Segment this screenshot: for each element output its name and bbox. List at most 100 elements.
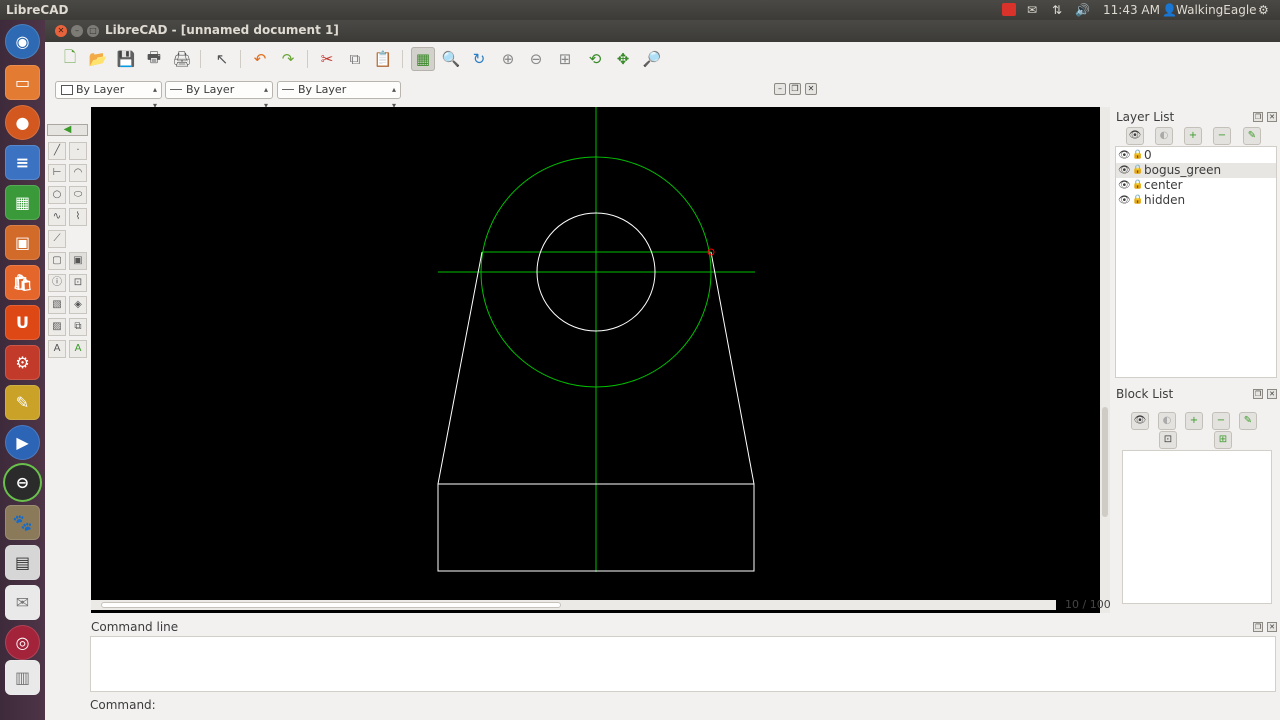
pen-color-select[interactable]: By Layer ▴ ▾ <box>55 81 162 110</box>
vertical-scrollbar[interactable] <box>1100 107 1110 613</box>
redraw-icon[interactable]: ↻ <box>467 47 491 71</box>
volume-icon[interactable]: 🔊 <box>1075 2 1090 18</box>
eye-icon[interactable]: 👁 <box>1118 148 1131 163</box>
edit-layer-icon[interactable]: ✎ <box>1243 127 1261 145</box>
undo-icon[interactable]: ↶ <box>248 47 272 71</box>
zoom-out-icon[interactable]: ⊖ <box>524 47 548 71</box>
app-red-icon[interactable]: ◎ <box>5 625 40 660</box>
tool-polyline-icon[interactable]: ⌇ <box>69 208 87 226</box>
drawing-canvas[interactable] <box>91 107 1110 613</box>
horizontal-scroll-thumb[interactable] <box>101 602 561 608</box>
lock-icon[interactable]: 🔒 <box>1132 178 1143 193</box>
tool-spline-icon[interactable]: ∿ <box>48 208 66 226</box>
media-player-icon[interactable]: ▶ <box>5 425 40 460</box>
window-titlebar[interactable]: ✕ – □ LibreCAD - [unnamed document 1] <box>45 20 1280 42</box>
files-icon[interactable]: ▭ <box>5 65 40 100</box>
tool-insert-icon[interactable]: ⧉ <box>69 318 87 336</box>
close-window-button[interactable]: ✕ <box>55 25 67 37</box>
insert-block-icon[interactable]: ⊡ <box>1159 431 1177 449</box>
layer-row-center[interactable]: 👁 🔒 center <box>1116 178 1276 193</box>
remove-block-icon[interactable]: − <box>1212 412 1230 430</box>
network-icon[interactable]: ⇅ <box>1052 2 1062 18</box>
eye-icon[interactable]: 👁 <box>1118 193 1131 208</box>
dash-home-icon[interactable]: ◉ <box>5 24 40 59</box>
layer-row-bogus-green[interactable]: 👁 🔒 bogus_green <box>1116 163 1276 178</box>
maximize-window-button[interactable]: □ <box>87 25 99 37</box>
trash-icon[interactable]: ▥ <box>5 660 40 695</box>
drawing-svg[interactable] <box>91 107 1100 600</box>
pencil-app-icon[interactable]: ✎ <box>5 385 40 420</box>
tool-measure-icon[interactable]: ⟋ <box>48 230 66 248</box>
cut-icon[interactable]: ✂ <box>315 47 339 71</box>
tool-info-icon[interactable]: ⓘ <box>48 274 66 292</box>
add-block-icon[interactable]: + <box>1185 412 1203 430</box>
tool-select-icon[interactable]: ▢ <box>48 252 66 270</box>
pen-width-select[interactable]: By Layer ▴ ▾ <box>165 81 273 110</box>
tool-line-icon[interactable]: ╱ <box>48 142 66 160</box>
vertical-scroll-thumb[interactable] <box>1102 407 1108 517</box>
minimize-window-button[interactable]: – <box>71 25 83 37</box>
tool-circle-icon[interactable]: ○ <box>48 186 66 204</box>
settings-icon[interactable]: ⚙ <box>1258 2 1269 18</box>
command-dock-close-button[interactable]: ✕ <box>1267 622 1277 632</box>
mail-icon[interactable]: ✉ <box>1027 2 1037 18</box>
clock[interactable]: 11:43 AM <box>1103 2 1160 18</box>
new-file-icon[interactable]: 🗋 <box>58 47 82 71</box>
lock-icon[interactable]: 🔒 <box>1132 163 1143 178</box>
user-icon[interactable]: 👤 <box>1162 2 1177 18</box>
block-dock-close-button[interactable]: ✕ <box>1267 389 1277 399</box>
mail-client-icon[interactable]: ✉ <box>5 585 40 620</box>
subwindow-minimize-button[interactable]: – <box>774 83 786 95</box>
tool-text-icon[interactable]: A <box>48 340 66 358</box>
show-all-blocks-icon[interactable]: 👁 <box>1131 412 1149 430</box>
hide-all-layers-icon[interactable]: ◐ <box>1155 127 1173 145</box>
command-dock-float-button[interactable]: ❐ <box>1253 622 1263 632</box>
librecad-icon[interactable]: ⊖ <box>5 465 40 500</box>
system-settings-icon[interactable]: ⚙ <box>5 345 40 380</box>
left-taper-line[interactable] <box>437 251 483 485</box>
print-icon[interactable]: 🖶 <box>142 47 166 71</box>
zoom-in-icon[interactable]: ⊕ <box>496 47 520 71</box>
zoom-select-icon[interactable]: 🔎 <box>640 47 664 71</box>
lock-icon[interactable]: 🔒 <box>1132 148 1143 163</box>
layer-dock-close-button[interactable]: ✕ <box>1267 112 1277 122</box>
edit-block-icon[interactable]: ✎ <box>1239 412 1257 430</box>
ubuntu-one-icon[interactable]: U <box>5 305 40 340</box>
tool-dimension-icon[interactable]: ⊢ <box>48 164 66 182</box>
create-block-icon[interactable]: ⊞ <box>1214 431 1232 449</box>
tool-arc-icon[interactable]: ◠ <box>69 164 87 182</box>
writer-icon[interactable]: ≡ <box>5 145 40 180</box>
hide-all-blocks-icon[interactable]: ◐ <box>1158 412 1176 430</box>
layer-row-hidden[interactable]: 👁 🔒 hidden <box>1116 193 1276 208</box>
eye-icon[interactable]: 👁 <box>1118 178 1131 193</box>
impress-icon[interactable]: ▣ <box>5 225 40 260</box>
zoom-previous-icon[interactable]: ⟲ <box>583 47 607 71</box>
horizontal-scrollbar[interactable] <box>91 600 1056 610</box>
notification-indicator-icon[interactable] <box>1002 3 1016 16</box>
select-pointer-icon[interactable]: ↖ <box>210 47 234 71</box>
tool-modify-icon[interactable]: ▣ <box>69 252 87 270</box>
back-arrow-icon[interactable]: ◀ <box>47 124 88 136</box>
zoom-auto-icon[interactable]: ⊞ <box>553 47 577 71</box>
layer-dock-float-button[interactable]: ❐ <box>1253 112 1263 122</box>
copy-icon[interactable]: ⧉ <box>343 47 367 71</box>
tool-image-icon[interactable]: ▨ <box>48 318 66 336</box>
pen-linetype-select[interactable]: By Layer ▴ ▾ <box>277 81 401 110</box>
subwindow-restore-button[interactable]: ❐ <box>789 83 801 95</box>
subwindow-close-button[interactable]: ✕ <box>805 83 817 95</box>
tool-point-icon[interactable]: · <box>69 142 87 160</box>
print-preview-icon[interactable]: 🖨 <box>170 47 194 71</box>
tool-block-icon[interactable]: ◈ <box>69 296 87 314</box>
tool-ellipse-icon[interactable]: ⬭ <box>69 186 87 204</box>
firefox-icon[interactable]: ● <box>5 105 40 140</box>
remove-layer-icon[interactable]: − <box>1213 127 1231 145</box>
lock-icon[interactable]: 🔒 <box>1132 193 1143 208</box>
open-file-icon[interactable]: 📂 <box>86 47 110 71</box>
calc-icon[interactable]: ▦ <box>5 185 40 220</box>
user-name[interactable]: WalkingEagle <box>1176 2 1257 18</box>
show-all-layers-icon[interactable]: 👁 <box>1126 127 1144 145</box>
command-input[interactable] <box>155 698 1276 716</box>
add-layer-icon[interactable]: + <box>1184 127 1202 145</box>
scanner-icon[interactable]: ▤ <box>5 545 40 580</box>
gimp-icon[interactable]: 🐾 <box>5 505 40 540</box>
